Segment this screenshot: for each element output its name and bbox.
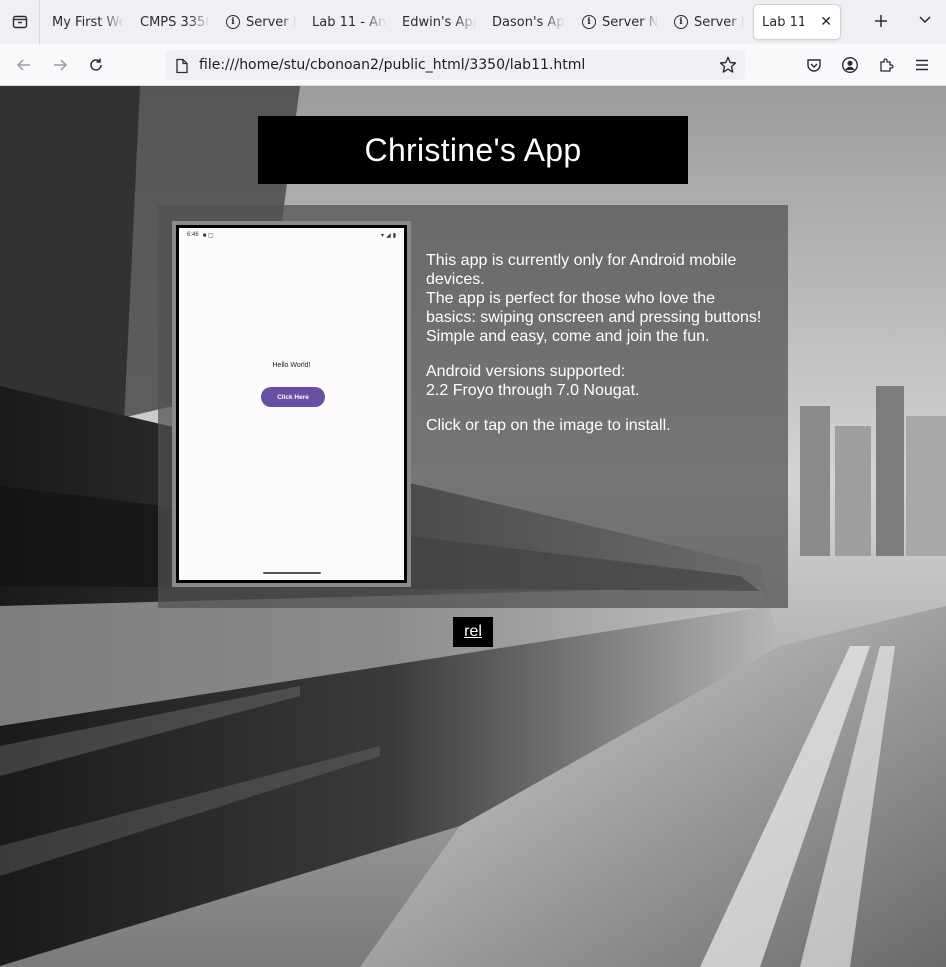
url-bar[interactable]: file:///home/stu/cbonoan2/public_html/33… — [166, 50, 745, 80]
click-here-button: Click Here — [261, 387, 325, 407]
menu-hamburger-icon[interactable] — [912, 55, 932, 75]
info-icon: i — [226, 15, 240, 29]
url-text: file:///home/stu/cbonoan2/public_html/33… — [199, 57, 586, 73]
tab-label: Lab 11 - An — [312, 14, 386, 30]
tab-lab-11-active[interactable]: Lab 11 ✕ — [754, 5, 840, 39]
back-arrow-icon[interactable] — [14, 55, 34, 75]
page-icon — [175, 58, 189, 78]
page-title: Christine's App — [364, 131, 582, 168]
tab-label: My First We — [52, 14, 124, 30]
tab-my-first-web[interactable]: My First We — [44, 5, 132, 39]
info-icon: i — [582, 15, 596, 29]
app-install-image[interactable]: 6:46 ■ ▢ ▾ ◢ ▮ Hello World! Click Here — [176, 225, 407, 583]
app-info-panel: 6:46 ■ ▢ ▾ ◢ ▮ Hello World! Click Here T… — [158, 205, 788, 608]
chevron-down-icon[interactable] — [917, 12, 933, 32]
tab-server-3[interactable]: i Server N — [666, 5, 752, 39]
tab-dasons-app[interactable]: Dason's Ap — [484, 5, 574, 39]
description-paragraph-1: This app is currently only for Android m… — [426, 251, 766, 346]
phone-status-bar: 6:46 ■ ▢ ▾ ◢ ▮ — [179, 228, 404, 242]
tab-label: Server N — [694, 14, 744, 30]
versions-value: 2.2 Froyo through 7.0 Nougat. — [426, 382, 640, 399]
tab-label: Server N — [602, 14, 658, 30]
rel-link[interactable]: rel — [453, 617, 493, 647]
firefox-view-icon[interactable] — [0, 0, 40, 44]
wifi-icon: ▾ — [381, 232, 385, 239]
new-tab-icon[interactable] — [874, 11, 888, 31]
extensions-icon[interactable] — [876, 55, 896, 75]
reload-icon[interactable] — [86, 55, 106, 75]
app-description: This app is currently only for Android m… — [426, 251, 766, 451]
status-notification-icon: ■ ▢ — [202, 232, 214, 239]
bookmark-star-icon[interactable] — [719, 56, 737, 78]
page-header: Christine's App — [258, 116, 688, 184]
app-screenshot-frame: 6:46 ■ ▢ ▾ ◢ ▮ Hello World! Click Here — [172, 221, 411, 587]
signal-icon: ◢ — [386, 232, 391, 239]
tab-label: CMPS 3350 — [140, 14, 210, 30]
phone-screen: 6:46 ■ ▢ ▾ ◢ ▮ Hello World! Click Here — [179, 228, 404, 580]
info-icon: i — [674, 15, 688, 29]
navigation-toolbar: file:///home/stu/cbonoan2/public_html/33… — [0, 44, 946, 86]
tab-label: Lab 11 — [762, 14, 805, 30]
tab-lab-11-an[interactable]: Lab 11 - An — [304, 5, 394, 39]
battery-icon: ▮ — [392, 232, 396, 239]
forward-arrow-icon[interactable] — [50, 55, 70, 75]
status-icons: ▾ ◢ ▮ — [381, 232, 396, 239]
features-text: The app is perfect for those who love th… — [426, 290, 762, 345]
page-viewport: Christine's App 6:46 ■ ▢ ▾ ◢ ▮ Hello Wor… — [0, 86, 946, 967]
tab-label: Server N — [246, 14, 296, 30]
hello-world-text: Hello World! — [272, 362, 311, 369]
platform-text: This app is currently only for Android m… — [426, 252, 737, 288]
description-paragraph-2: Android versions supported: 2.2 Froyo th… — [426, 362, 766, 400]
tab-strip: My First We CMPS 3350 i Server N Lab 11 -… — [0, 0, 946, 44]
versions-label: Android versions supported: — [426, 363, 626, 380]
tab-cmps-3350[interactable]: CMPS 3350 — [132, 5, 218, 39]
account-icon[interactable] — [840, 55, 860, 75]
tab-label: Edwin's App — [402, 14, 476, 30]
tab-server-2[interactable]: i Server N — [574, 5, 666, 39]
tab-edwins-app[interactable]: Edwin's App — [394, 5, 484, 39]
tab-label: Dason's Ap — [492, 14, 565, 30]
close-icon[interactable]: ✕ — [820, 14, 832, 30]
tab-server-1[interactable]: i Server N — [218, 5, 304, 39]
pocket-icon[interactable] — [804, 55, 824, 75]
status-time: 6:46 — [187, 232, 199, 238]
install-instructions: Click or tap on the image to install. — [426, 417, 671, 434]
gesture-handle — [263, 572, 321, 574]
